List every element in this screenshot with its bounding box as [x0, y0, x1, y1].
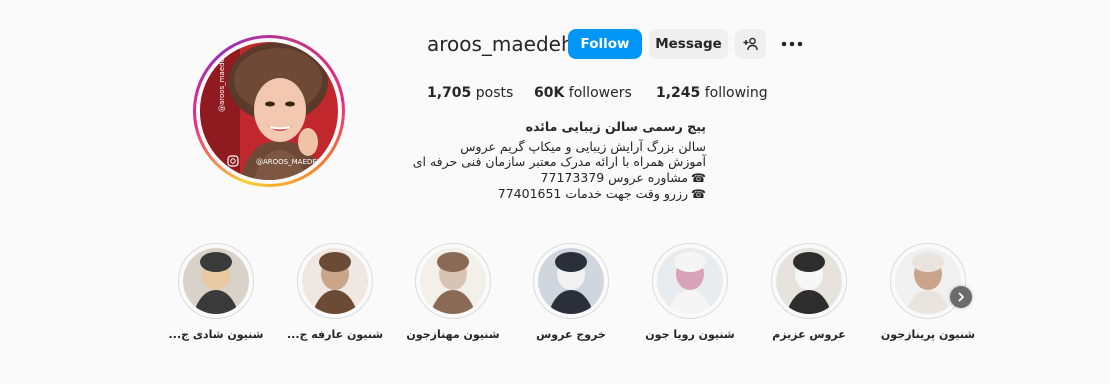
following-count: 1,245	[656, 85, 701, 101]
highlight-item[interactable]: شنیون عارفه ج...	[276, 243, 394, 341]
highlight-label: شنیون شادی ج...	[168, 328, 264, 341]
highlight-item[interactable]: شنیون رویا جون	[631, 243, 749, 341]
highlights-next-button[interactable]	[950, 286, 972, 308]
followers-count: 60K	[534, 85, 565, 101]
svg-text:@aroos_maedeh: @aroos_maedeh	[218, 54, 226, 112]
highlight-label: شنیون رویا جون	[645, 328, 735, 341]
followers-stat[interactable]: 60K followers	[534, 83, 632, 103]
highlight-label: خروج عروس	[536, 328, 606, 341]
full-name: پیج رسمی سالن زیبایی مائده	[525, 119, 706, 134]
highlight-label: شنیون عارفه ج...	[286, 328, 384, 341]
followers-label: followers	[568, 85, 632, 101]
bio-line: ☎مشاوره عروس 77173379	[346, 170, 706, 187]
highlight-item[interactable]: شنیون شادی ج...	[157, 243, 275, 341]
username: aroos_maedeh	[427, 32, 574, 56]
highlight-label: شنیون مهنازجون	[406, 328, 500, 341]
suggested-users-button[interactable]	[735, 29, 766, 59]
profile-page: @aroos_maedeh @AROOS_MAEDEH aroos_maedeh…	[0, 0, 1110, 384]
highlight-ring	[297, 243, 373, 319]
avatar-watermark: @AROOS_MAEDEH	[256, 158, 322, 166]
highlight-ring	[890, 243, 966, 319]
highlight-item[interactable]: شنیون مهنازجون	[394, 243, 512, 341]
highlight-cover	[538, 248, 604, 314]
highlight-ring	[652, 243, 728, 319]
phone-icon: ☎	[691, 187, 706, 201]
highlight-item[interactable]: عروس عزیزم	[750, 243, 868, 341]
highlight-label: شنیون پریناز‌جون	[880, 328, 976, 341]
avatar[interactable]: @aroos_maedeh @AROOS_MAEDEH	[200, 42, 338, 180]
highlight-cover	[302, 248, 368, 314]
highlight-label: عروس عزیزم	[772, 328, 846, 341]
highlight-ring	[415, 243, 491, 319]
highlight-ring	[178, 243, 254, 319]
story-ring[interactable]: @aroos_maedeh @AROOS_MAEDEH	[193, 35, 345, 187]
more-options-button[interactable]	[778, 29, 806, 59]
message-button[interactable]: Message	[649, 29, 728, 59]
story-ring-gap: @aroos_maedeh @AROOS_MAEDEH	[196, 38, 342, 184]
highlight-ring	[771, 243, 847, 319]
highlight-item[interactable]: خروج عروس	[512, 243, 630, 341]
highlight-cover	[183, 248, 249, 314]
bio-consult-text: مشاوره عروس 77173379	[540, 169, 689, 185]
phone-icon: ☎	[691, 170, 706, 185]
more-horizontal-icon	[781, 41, 803, 47]
bio-booking-text: رزرو وقت جهت خدمات 77401651	[497, 186, 689, 201]
highlight-cover	[776, 248, 842, 314]
posts-label: posts	[475, 85, 514, 101]
posts-stat: 1,705 posts	[427, 83, 513, 103]
following-label: following	[704, 85, 768, 101]
highlight-cover	[895, 248, 961, 314]
bio-line: سالن بزرگ آرایش زیبایی و میکاپ گریم عروس	[460, 138, 706, 154]
bio-line: ☎رزرو وقت جهت خدمات 77401651	[346, 186, 706, 203]
following-stat[interactable]: 1,245 following	[656, 83, 768, 103]
bio: پیج رسمی سالن زیبایی مائده سالن بزرگ آرا…	[346, 119, 706, 203]
posts-count: 1,705	[427, 85, 472, 101]
highlight-cover	[657, 248, 723, 314]
highlight-cover	[420, 248, 486, 314]
bio-line: آموزش همراه با ارائه مدرک معتبر سازمان ف…	[412, 154, 706, 169]
highlight-ring	[533, 243, 609, 319]
chevron-right-icon	[958, 292, 964, 302]
follow-button[interactable]: Follow	[568, 29, 642, 59]
person-add-icon	[743, 37, 758, 51]
